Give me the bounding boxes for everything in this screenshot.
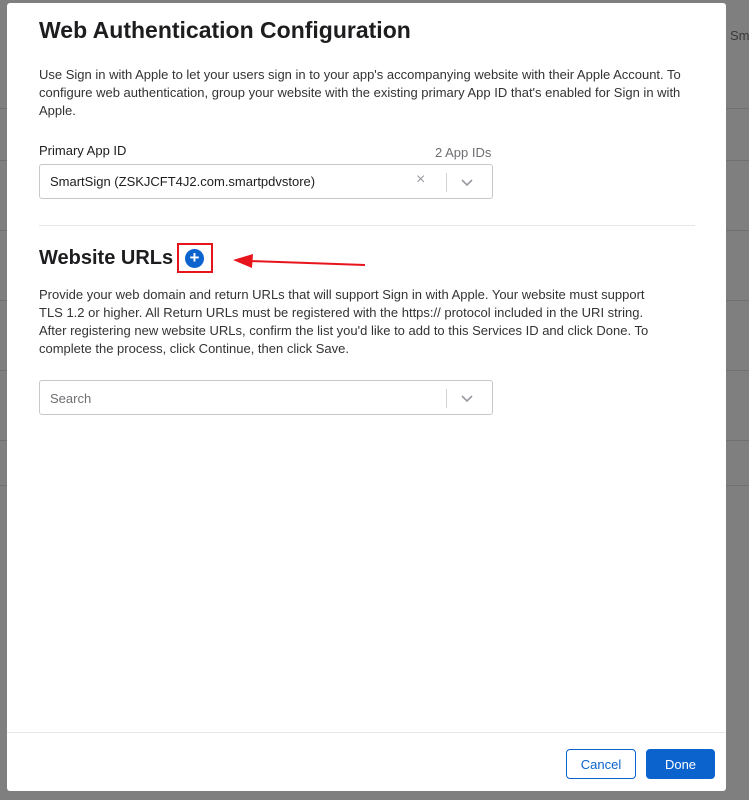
annotation-arrow-icon bbox=[233, 254, 366, 268]
chevron-down-icon[interactable] bbox=[459, 390, 475, 406]
primary-app-id-value: SmartSign (ZSKJCFT4J2.com.smartpdvstore) bbox=[50, 174, 316, 189]
chevron-down-icon[interactable] bbox=[459, 174, 475, 190]
website-urls-description: Provide your web domain and return URLs … bbox=[39, 287, 649, 356]
background-partial-text: Sma bbox=[730, 28, 749, 43]
website-search-select[interactable]: Search bbox=[39, 380, 493, 415]
website-urls-title: Website URLs bbox=[39, 247, 174, 269]
primary-app-id-label: Primary App ID bbox=[39, 143, 127, 158]
select-separator bbox=[446, 173, 447, 192]
add-website-url-button[interactable]: + bbox=[185, 249, 204, 268]
app-id-count: 2 App IDs bbox=[435, 145, 492, 160]
search-placeholder: Search bbox=[50, 391, 92, 406]
primary-app-id-select[interactable]: SmartSign (ZSKJCFT4J2.com.smartpdvstore)… bbox=[39, 164, 493, 199]
done-button[interactable]: Done bbox=[646, 749, 715, 779]
clear-icon[interactable]: × bbox=[416, 171, 425, 189]
web-auth-config-dialog: Web Authentication Configuration Use Sig… bbox=[7, 3, 726, 791]
cancel-button[interactable]: Cancel bbox=[566, 749, 636, 779]
footer-divider bbox=[7, 732, 726, 733]
intro-text: Use Sign in with Apple to let your users… bbox=[39, 67, 681, 118]
dialog-title: Web Authentication Configuration bbox=[39, 17, 411, 43]
section-divider bbox=[39, 225, 695, 226]
select-separator bbox=[446, 389, 447, 408]
